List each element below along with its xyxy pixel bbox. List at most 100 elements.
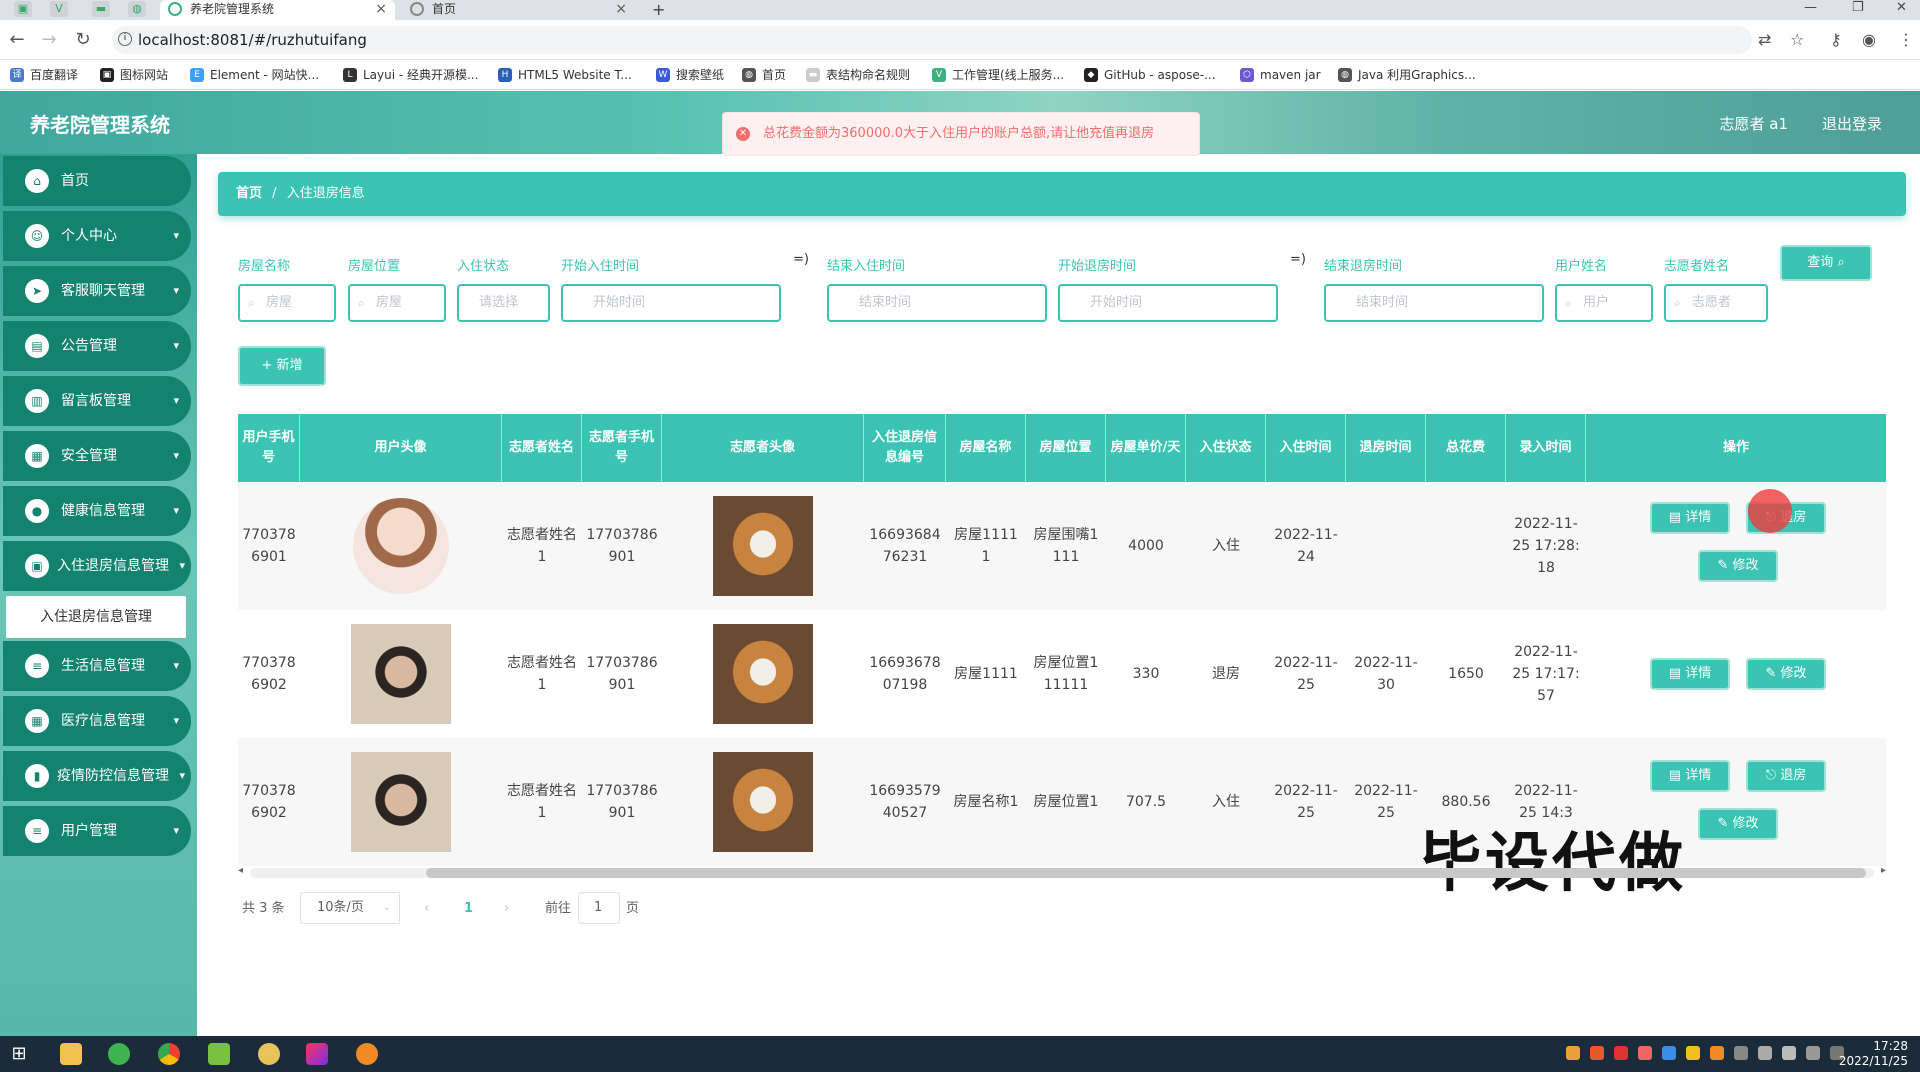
taskbar-clock[interactable]: 17:28 2022/11/25 [1839,1039,1908,1069]
add-button[interactable]: + 新增 [238,346,326,386]
tray-icon[interactable] [1662,1046,1676,1060]
sidebar-item-notice[interactable]: ▤ 公告管理 ▾ [3,321,191,371]
breadcrumb-home[interactable]: 首页 [236,186,262,201]
bookmark-item[interactable]: ⬡ maven jar [1240,65,1321,85]
col-header: 房屋名称 [946,414,1026,482]
detail-button[interactable]: ▤ 详情 [1650,502,1730,534]
sidebar-subitem-checkin[interactable]: 入住退房信息管理 [6,596,186,638]
windows-start-icon[interactable]: ⊞ [8,1043,30,1065]
menu-kebab-icon[interactable]: ⋮ [1898,30,1914,49]
sidebar-item-medical[interactable]: ▦ 医疗信息管理 ▾ [3,696,191,746]
bookmark-item[interactable]: L Layui - 经典开源模... [343,65,478,85]
scroll-right-icon[interactable]: ▸ [1881,865,1886,876]
bookmark-item[interactable]: W 搜索壁纸 [656,65,724,85]
bookmark-item[interactable]: V 工作管理(线上服务... [932,65,1064,85]
restore-icon[interactable]: ❐ [1852,0,1864,15]
bookmark-item[interactable]: E Element - 网站快... [190,65,319,85]
next-page-button[interactable]: › [504,898,509,920]
house-location-input[interactable]: ⌕ 房屋 [348,284,446,322]
volume-icon[interactable] [1782,1046,1796,1060]
checkout-start-date[interactable]: 开始时间 [1058,284,1278,322]
tray-icon[interactable] [1590,1046,1604,1060]
user-name-input[interactable]: ⌕ 用户 [1555,284,1653,322]
tab-globe-icon[interactable]: ◍ [128,1,146,17]
tab-doc-icon[interactable]: ▬ [92,1,110,17]
checkin-start-date[interactable]: 开始时间 [561,284,781,322]
forward-icon[interactable]: → [38,29,60,50]
bookmark-item[interactable]: 译百度翻译 [10,65,78,85]
detail-button[interactable]: ▤ 详情 [1650,760,1730,792]
bookmark-label: Java 利用Graphics... [1358,68,1476,82]
bookmark-star-icon[interactable]: ☆ [1790,30,1804,49]
edit-button[interactable]: ✎ 修改 [1746,658,1826,690]
sidebar-item-epidemic[interactable]: ▮ 疫情防控信息管理 ▾ [3,751,191,801]
app-green-icon[interactable] [108,1043,130,1065]
sidebar-item-home[interactable]: ⌂ 首页 [3,156,191,206]
sidebar-item-profile[interactable]: ☺ 个人中心 ▾ [3,211,191,261]
notepad-icon[interactable] [208,1043,230,1065]
scroll-thumb[interactable] [426,868,1866,878]
horizontal-scrollbar[interactable]: ◂ ▸ [238,864,1886,882]
bookmark-item[interactable]: ◆ GitHub - aspose-... [1084,65,1216,85]
scroll-left-icon[interactable]: ◂ [238,865,243,876]
bookmark-item[interactable]: ◍ Java 利用Graphics... [1338,65,1476,85]
info-icon[interactable]: i [118,32,132,46]
key-icon[interactable]: ⚷ [1830,30,1842,49]
browser-tab[interactable]: 首页 × [402,0,635,20]
checkin-end-date[interactable]: 结束时间 [827,284,1047,322]
house-name-input[interactable]: ⌕ 房屋 [238,284,336,322]
bookmark-item[interactable]: H HTML5 Website T... [498,65,632,85]
bookmark-item[interactable]: ▬ 表结构命名规则 [806,65,910,85]
sidebar-item-messageboard[interactable]: ▥ 留言板管理 ▾ [3,376,191,426]
translate-icon[interactable]: ⇄ [1758,30,1771,49]
prev-page-button[interactable]: ‹ [424,898,429,920]
volunteer-name-input[interactable]: ⌕ 志愿者 [1664,284,1768,322]
goto-page-input[interactable]: 1 [578,892,620,924]
edit-button[interactable]: ✎ 修改 [1698,808,1778,840]
page-size-select[interactable]: 10条/页 ⌄ [300,892,400,924]
profile-icon[interactable]: ◉ [1862,30,1876,49]
sidebar-item-chat[interactable]: ➤ 客服聊天管理 ▾ [3,266,191,316]
tray-icon[interactable] [1566,1046,1580,1060]
tab-vue-icon[interactable]: V [50,1,68,17]
edit-button[interactable]: ✎ 修改 [1698,550,1778,582]
bookmark-item[interactable]: ◍ 首页 [742,65,786,85]
file-explorer-icon[interactable] [60,1043,82,1065]
app-orange-icon[interactable] [356,1043,378,1065]
detail-button[interactable]: ▤ 详情 [1650,658,1730,690]
checkout-end-date[interactable]: 结束时间 [1324,284,1544,322]
filter-label-checkin-end: 结束入住时间 [827,259,906,274]
tray-icon[interactable] [1686,1046,1700,1060]
tab-close-icon[interactable]: × [375,0,387,18]
browser-tab-active[interactable]: 养老院管理系统 × [160,0,395,20]
url-field[interactable]: i localhost:8081/#/ruzhutuifang [112,26,1752,54]
reload-icon[interactable]: ↻ [72,29,94,50]
page-number-current[interactable]: 1 [464,898,473,920]
sidebar-item-checkin[interactable]: ▣ 入住退房信息管理 ▾ [3,541,191,591]
sidebar-item-security[interactable]: ▦ 安全管理 ▾ [3,431,191,481]
new-tab-button[interactable]: + [652,0,665,19]
col-header: 总花费 [1426,414,1506,482]
status-select[interactable]: 请选择 [457,284,550,322]
back-icon[interactable]: ← [6,29,28,50]
minimize-icon[interactable]: — [1804,0,1817,15]
search-button[interactable]: 查询 ⌕ [1780,245,1872,281]
wifi-icon[interactable] [1806,1046,1820,1060]
tray-icon[interactable] [1734,1046,1748,1060]
tray-icon[interactable] [1614,1046,1628,1060]
logout-link[interactable]: 退出登录 [1822,113,1882,134]
tray-icon[interactable] [1638,1046,1652,1060]
app-yellow-icon[interactable] [258,1043,280,1065]
close-window-icon[interactable]: ✕ [1896,0,1907,15]
chrome-icon[interactable] [158,1043,180,1065]
tab-pinned-icon[interactable]: ▣ [14,1,32,17]
sidebar-item-health[interactable]: ● 健康信息管理 ▾ [3,486,191,536]
bookmark-item[interactable]: ▣ 图标网站 [100,65,168,85]
tab-close-icon[interactable]: × [615,0,627,18]
checkout-button[interactable]: ⎋ 退房 [1746,760,1826,792]
network-icon[interactable] [1758,1046,1772,1060]
sidebar-item-users[interactable]: ≡ 用户管理 ▾ [3,806,191,856]
intellij-icon[interactable] [306,1043,328,1065]
tray-icon[interactable] [1710,1046,1724,1060]
sidebar-item-life[interactable]: ≡ 生活信息管理 ▾ [3,641,191,691]
